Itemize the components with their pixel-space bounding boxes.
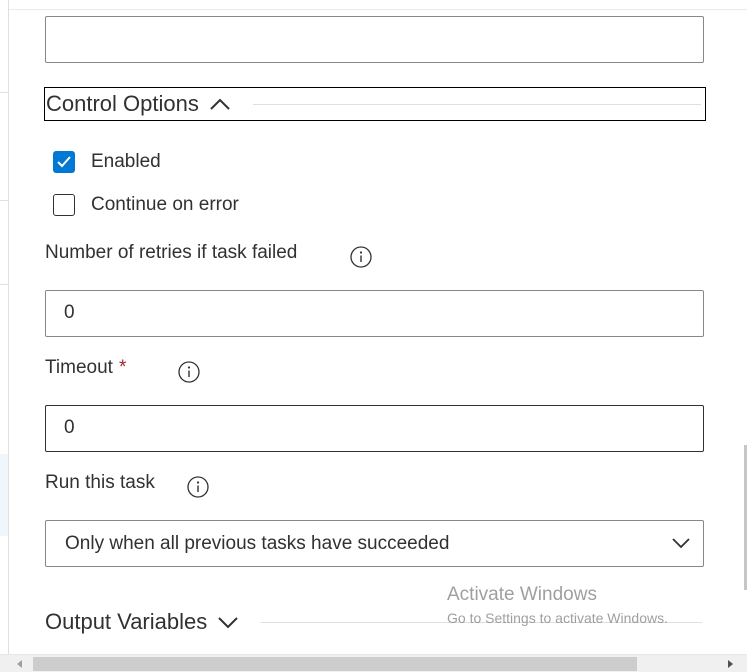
retries-label: Number of retries if task failed	[45, 242, 297, 264]
timeout-label: Timeout *	[45, 357, 126, 379]
enabled-label: Enabled	[91, 151, 161, 172]
retries-label-text: Number of retries if task failed	[45, 242, 298, 263]
timeout-input[interactable]: 0	[45, 405, 704, 452]
chevron-up-icon	[210, 98, 230, 110]
continue-on-error-label: Continue on error	[91, 194, 239, 215]
enabled-checkbox-row[interactable]: Enabled	[53, 150, 161, 174]
control-options-title: Control Options	[46, 91, 199, 116]
horizontal-scrollbar[interactable]	[0, 654, 747, 672]
timeout-value: 0	[64, 417, 75, 438]
info-icon[interactable]	[187, 476, 209, 498]
continue-on-error-checkbox-row[interactable]: Continue on error	[53, 193, 239, 217]
left-gutter	[0, 0, 9, 654]
watermark-title: Activate Windows	[447, 584, 597, 605]
horizontal-scrollbar-thumb[interactable]	[33, 657, 637, 671]
gutter-divider	[0, 284, 8, 285]
scroll-left-icon[interactable]	[14, 658, 26, 670]
retries-value: 0	[64, 302, 75, 323]
required-marker: *	[118, 357, 127, 378]
info-icon[interactable]	[350, 246, 372, 268]
info-icon[interactable]	[178, 361, 200, 383]
activate-windows-watermark: Activate Windows Go to Settings to activ…	[447, 583, 668, 629]
retries-input[interactable]: 0	[45, 290, 704, 337]
top-divider	[9, 9, 747, 10]
task-properties-panel: Control Options Enabled Continue on erro…	[9, 0, 747, 654]
gutter-selected-band	[0, 454, 8, 536]
run-this-task-label-text: Run this task	[45, 472, 155, 493]
timeout-label-text: Timeout	[45, 357, 113, 378]
gutter-divider	[0, 200, 8, 201]
checkmark-icon	[57, 156, 71, 168]
enabled-checkbox[interactable]	[53, 151, 75, 173]
continue-on-error-checkbox[interactable]	[53, 194, 75, 216]
previous-field-input[interactable]	[45, 16, 704, 63]
run-this-task-dropdown[interactable]: Only when all previous tasks have succee…	[45, 520, 704, 567]
scroll-right-icon[interactable]	[724, 658, 736, 670]
chevron-down-icon	[218, 617, 238, 629]
watermark-subtitle: Go to Settings to activate Windows.	[447, 610, 668, 626]
run-this-task-selected: Only when all previous tasks have succee…	[65, 532, 450, 554]
gutter-divider	[0, 92, 8, 93]
section-divider	[252, 103, 701, 105]
run-this-task-label: Run this task	[45, 472, 155, 494]
control-options-header[interactable]: Control Options	[44, 87, 706, 121]
output-variables-title: Output Variables	[45, 609, 208, 634]
chevron-down-icon	[672, 538, 690, 549]
